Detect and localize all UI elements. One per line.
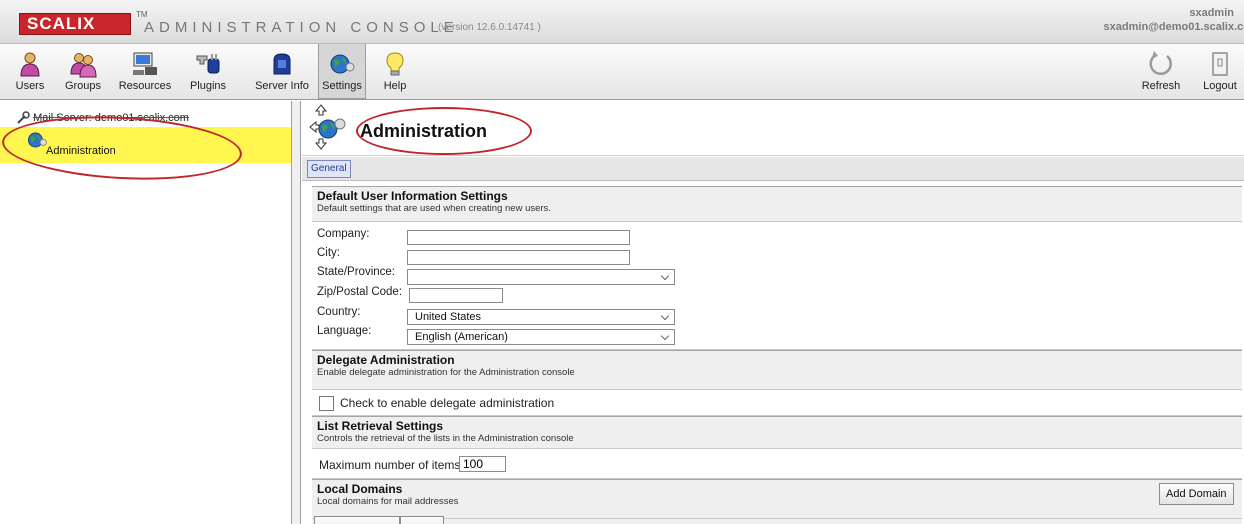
logout-icon xyxy=(1212,52,1228,76)
delegate-checkbox-label: Check to enable delegate administration xyxy=(340,396,555,410)
groups-label: Groups xyxy=(64,80,102,92)
tree-item-label: Administration xyxy=(46,145,116,157)
tab-bar: General xyxy=(302,157,1244,181)
delegate-description: Enable delegate administration for the A… xyxy=(317,367,575,378)
zip-input[interactable] xyxy=(409,288,503,303)
server-info-label: Server Info xyxy=(255,80,309,92)
add-domain-button[interactable]: Add Domain xyxy=(1159,483,1234,505)
administration-globe-icon xyxy=(27,132,47,148)
language-value: English (American) xyxy=(415,331,508,343)
default-user-description: Default settings that are used when crea… xyxy=(317,203,551,214)
default-user-section-header: Default User Information Settings Defaul… xyxy=(312,186,1242,222)
tab-general[interactable]: General xyxy=(307,160,351,178)
version-label: (version 12.6.0.14741 ) xyxy=(438,22,541,33)
resources-icon xyxy=(133,52,157,75)
plugins-button[interactable]: Plugins xyxy=(185,44,231,99)
bottom-button-1[interactable] xyxy=(314,516,400,524)
chevron-down-icon xyxy=(660,331,670,341)
delegate-heading: Delegate Administration xyxy=(317,353,455,367)
city-label: City: xyxy=(317,247,340,259)
list-retrieval-heading: List Retrieval Settings xyxy=(317,419,444,433)
local-domains-description: Local domains for mail addresses xyxy=(317,496,459,507)
language-select[interactable]: English (American) xyxy=(407,329,675,345)
console-title: ADMINISTRATION CONSOLE xyxy=(144,19,459,36)
max-items-label: Maximum number of items: xyxy=(319,458,464,472)
main-toolbar: Users Groups Resources Plugins Server In… xyxy=(0,44,1244,100)
logout-label: Logout xyxy=(1203,80,1237,92)
user-info: sxadmin sxadmin@demo01.scalix.co xyxy=(1104,6,1244,34)
app-header: SCALIX TM ADMINISTRATION CONSOLE (versio… xyxy=(0,0,1244,44)
help-lightbulb-icon xyxy=(386,52,404,76)
logout-button[interactable]: Logout xyxy=(1200,44,1240,99)
wrench-icon xyxy=(17,111,30,124)
default-user-heading: Default User Information Settings xyxy=(317,189,508,203)
users-button[interactable]: Users xyxy=(14,44,46,99)
chevron-down-icon xyxy=(660,271,670,281)
zip-label: Zip/Postal Code: xyxy=(317,286,403,298)
plugins-icon xyxy=(196,54,220,74)
settings-globe-icon xyxy=(330,54,355,74)
help-button[interactable]: Help xyxy=(378,44,412,99)
state-select[interactable] xyxy=(407,269,675,285)
pane-splitter[interactable] xyxy=(291,101,301,524)
navigation-tree: Mail Server: demo01.scalix.com Administr… xyxy=(0,101,291,524)
country-label: Country: xyxy=(317,306,361,318)
delegate-checkbox[interactable] xyxy=(319,396,334,411)
groups-button[interactable]: Groups xyxy=(60,44,106,99)
company-label: Company: xyxy=(317,228,370,240)
state-label: State/Province: xyxy=(317,266,395,278)
server-info-button[interactable]: Server Info xyxy=(254,44,310,99)
app-window: SCALIX TM ADMINISTRATION CONSOLE (versio… xyxy=(0,0,1244,524)
refresh-label: Refresh xyxy=(1141,80,1181,92)
country-value: United States xyxy=(415,311,482,323)
local-domains-section-header: Local Domains Local domains for mail add… xyxy=(312,479,1242,519)
logo-trademark: TM xyxy=(136,10,148,19)
company-input[interactable] xyxy=(407,230,630,245)
page-title: Administration xyxy=(360,121,488,141)
bottom-button-2[interactable] xyxy=(400,516,444,524)
chevron-down-icon xyxy=(660,311,670,321)
city-input[interactable] xyxy=(407,250,630,265)
username: sxadmin xyxy=(1189,7,1234,19)
content-pane: Administration General Default User Info… xyxy=(302,101,1244,524)
resources-label: Resources xyxy=(118,80,172,92)
settings-form: Default User Information Settings Defaul… xyxy=(312,186,1242,524)
refresh-button[interactable]: Refresh xyxy=(1138,44,1184,99)
list-retrieval-section-header: List Retrieval Settings Controls the ret… xyxy=(312,416,1242,449)
list-retrieval-description: Controls the retrieval of the lists in t… xyxy=(317,433,574,444)
console-title-text: ADMINISTRATION CONSOLE xyxy=(144,19,459,36)
resources-button[interactable]: Resources xyxy=(116,44,174,99)
server-info-icon xyxy=(273,53,291,75)
list-retrieval-section-body: Maximum number of items: xyxy=(312,449,1242,479)
local-domains-heading: Local Domains xyxy=(317,482,403,496)
scalix-logo: SCALIX xyxy=(19,13,131,35)
country-select[interactable]: United States xyxy=(407,309,675,325)
users-label: Users xyxy=(15,80,45,92)
user-email: sxadmin@demo01.scalix.co xyxy=(1103,21,1244,33)
language-label: Language: xyxy=(317,325,372,337)
groups-icon xyxy=(70,53,97,78)
delegate-section-body: Check to enable delegate administration xyxy=(312,390,1242,416)
settings-label: Settings xyxy=(322,80,362,92)
help-label: Help xyxy=(383,80,407,92)
settings-button[interactable]: Settings xyxy=(318,44,366,99)
default-user-section-body: Company: City: State/Province: Zip/Posta… xyxy=(312,222,1242,350)
tree-root-label: Mail Server: demo01.scalix.com xyxy=(33,111,189,124)
tree-root-mail-server[interactable]: Mail Server: demo01.scalix.com xyxy=(16,111,189,125)
refresh-icon xyxy=(1149,51,1172,76)
users-icon xyxy=(20,52,40,77)
plugins-label: Plugins xyxy=(189,80,227,92)
nav-arrows-icon[interactable] xyxy=(308,103,354,151)
max-items-input[interactable] xyxy=(459,456,506,472)
delegate-section-header: Delegate Administration Enable delegate … xyxy=(312,350,1242,390)
tree-item-administration[interactable]: Administration xyxy=(0,127,291,163)
page-header: Administration xyxy=(302,101,1244,156)
